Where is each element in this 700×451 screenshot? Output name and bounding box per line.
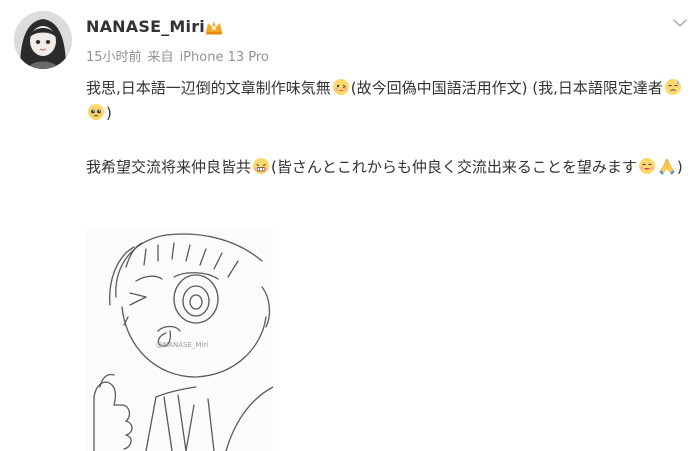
post-time[interactable]: 15小时前 (86, 50, 142, 65)
cute-pout-emoji-icon (332, 78, 350, 96)
post-meta: 15小时前 来自 iPhone 13 Pro (86, 46, 275, 65)
avatar[interactable] (14, 11, 72, 69)
post-text-paragraph-2: 我希望交流将来仲良皆共 (皆さんとこれからも仲良く交流出来ることを望みます) (86, 155, 694, 180)
pray-hands-emoji-icon (658, 157, 676, 175)
username[interactable]: NANASE_Miri (86, 17, 205, 36)
para1-text-a: 我思,日本語一辺倒的文章制作味気無 (86, 79, 331, 97)
grimace-emoji-icon (252, 157, 270, 175)
para2-text-c: ) (676, 158, 683, 176)
pleading-emoji-icon (87, 103, 105, 121)
image-watermark: @NANASE_Miri (156, 341, 208, 349)
para1-text-c: ) (106, 104, 112, 122)
chevron-down-icon[interactable] (672, 14, 688, 27)
post-text-paragraph-1: 我思,日本語一辺倒的文章制作味気無 (故今回偽中国語活用作文) (我,日本語限定達… (86, 76, 694, 126)
crown-badge-icon (203, 17, 225, 37)
sweat-emoji-icon (664, 78, 682, 96)
para1-text-b: (故今回偽中国語活用作文) (我,日本語限定達者 (350, 79, 663, 97)
para2-text-b: (皆さんとこれからも仲良く交流出来ることを望みます (271, 158, 637, 176)
source-device: iPhone 13 Pro (179, 50, 269, 65)
post-image[interactable]: @NANASE_Miri (86, 227, 273, 451)
para2-text-a: 我希望交流将来仲良皆共 (86, 158, 252, 176)
weibo-post: NANASE_Miri 15小时前 来自 iPhone 13 Pro 我思,日本語一… (0, 0, 700, 451)
smile-emoji-icon (638, 157, 656, 175)
source-prefix: 来自 (147, 50, 174, 65)
